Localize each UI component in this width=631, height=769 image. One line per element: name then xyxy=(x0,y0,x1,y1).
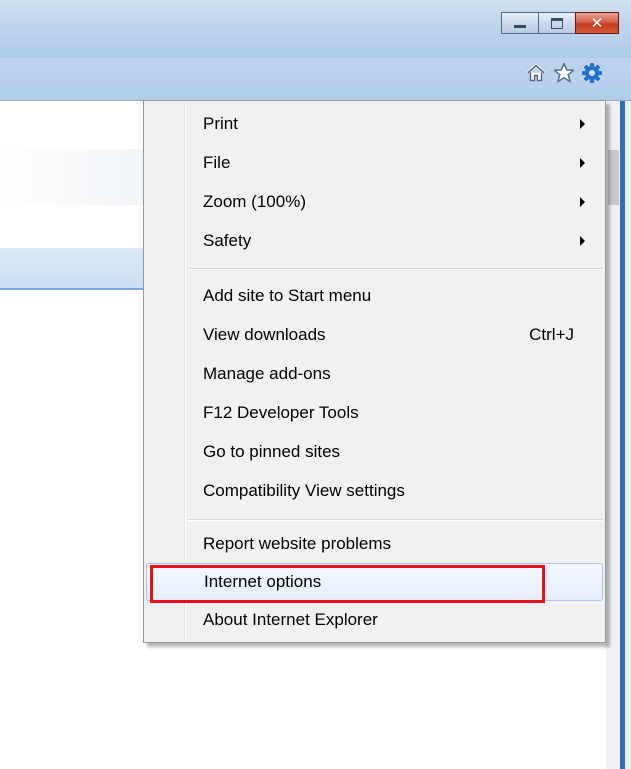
close-button[interactable]: ✕ xyxy=(575,12,619,34)
menu-item-f12-developer-tools[interactable]: F12 Developer Tools xyxy=(146,394,603,432)
menu-item-label: About Internet Explorer xyxy=(203,610,378,629)
menu-item-print[interactable]: Print xyxy=(146,105,603,143)
scrollbar-thumb[interactable] xyxy=(608,150,619,205)
window-border xyxy=(620,101,625,769)
menu-item-label: Print xyxy=(203,114,238,133)
menu-item-label: Zoom (100%) xyxy=(203,192,306,211)
submenu-arrow-icon xyxy=(580,158,585,168)
menu-item-label: Compatibility View settings xyxy=(203,481,405,500)
menu-separator xyxy=(188,519,603,521)
minimize-icon xyxy=(514,24,526,28)
favorites-star-icon[interactable] xyxy=(553,62,575,84)
menu-separator xyxy=(188,268,603,270)
menu-item-report-website-problems[interactable]: Report website problems xyxy=(146,525,603,563)
menu-item-add-site-to-start-menu[interactable]: Add site to Start menu xyxy=(146,277,603,315)
menu-item-label: Report website problems xyxy=(203,534,392,553)
home-icon[interactable] xyxy=(525,62,547,84)
menu-item-label: F12 Developer Tools xyxy=(203,403,359,422)
menu-item-file[interactable]: File xyxy=(146,144,603,182)
menu-item-label: File xyxy=(203,153,231,172)
minimize-button[interactable] xyxy=(501,12,539,34)
menu-item-about-internet-explorer[interactable]: About Internet Explorer xyxy=(146,601,603,639)
menu-item-manage-add-ons[interactable]: Manage add-ons xyxy=(146,355,603,393)
maximize-button[interactable] xyxy=(538,12,576,34)
window-controls: ✕ xyxy=(501,12,619,34)
submenu-arrow-icon xyxy=(580,197,585,207)
menu-item-compatibility-view-settings[interactable]: Compatibility View settings xyxy=(146,472,603,510)
submenu-arrow-icon xyxy=(580,236,585,246)
menu-item-view-downloads[interactable]: View downloads Ctrl+J xyxy=(146,316,603,354)
menu-item-internet-options[interactable]: Internet options xyxy=(146,563,603,601)
submenu-arrow-icon xyxy=(580,119,585,129)
menu-item-shortcut: Ctrl+J xyxy=(529,325,574,344)
menu-item-safety[interactable]: Safety xyxy=(146,222,603,260)
menu-item-label: Safety xyxy=(203,231,252,250)
command-icons xyxy=(519,62,603,84)
menu-item-label: Add site to Start menu xyxy=(203,286,372,305)
menu-item-zoom[interactable]: Zoom (100%) xyxy=(146,183,603,221)
menu-item-label: Internet options xyxy=(204,572,322,591)
maximize-icon xyxy=(551,17,563,29)
menu-item-label: Go to pinned sites xyxy=(203,442,341,461)
close-icon: ✕ xyxy=(590,14,604,32)
tools-menu: Print File Zoom (100%) Safety Add site t… xyxy=(143,100,606,643)
menu-item-label: Manage add-ons xyxy=(203,364,331,383)
menu-item-go-to-pinned-sites[interactable]: Go to pinned sites xyxy=(146,433,603,471)
tools-gear-icon[interactable] xyxy=(581,62,603,84)
menu-item-label: View downloads xyxy=(203,325,326,344)
